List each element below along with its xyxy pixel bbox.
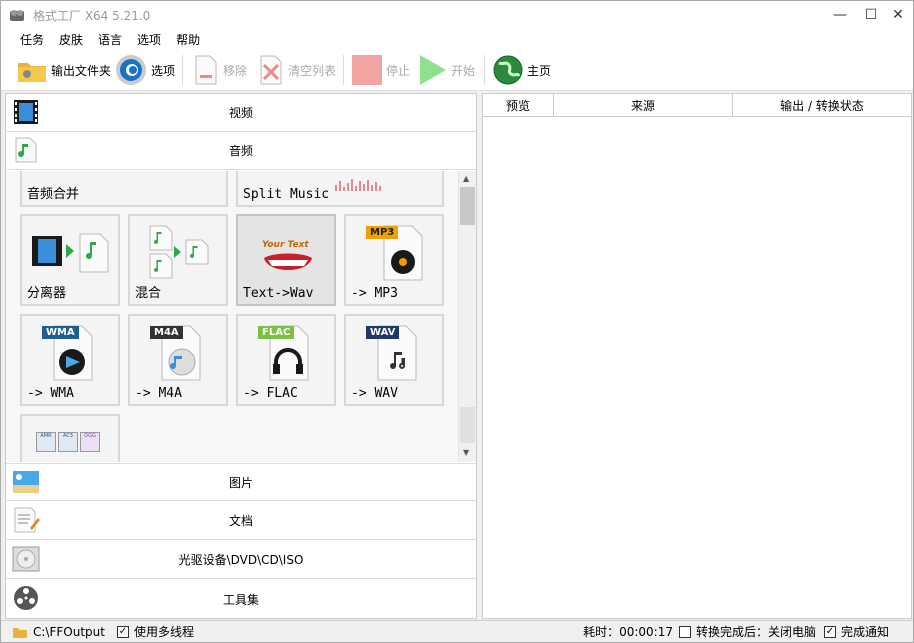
category-label: 音频 bbox=[228, 144, 253, 158]
video-to-audio-icon bbox=[32, 233, 109, 273]
scrollbar-thumb[interactable] bbox=[460, 187, 475, 225]
column-source[interactable]: 来源 bbox=[554, 94, 733, 117]
ac3-icon: AC3 bbox=[58, 432, 78, 452]
tile-to-flac[interactable]: FLAC -> FLAC bbox=[236, 314, 336, 406]
category-image[interactable]: 图片 bbox=[6, 463, 476, 501]
globe-icon bbox=[493, 55, 523, 85]
toolbar: 输出文件夹 选项 移除 清空列表 停止 开始 主页 bbox=[1, 49, 913, 91]
menu-task[interactable]: 任务 bbox=[20, 31, 44, 48]
play-icon bbox=[420, 55, 446, 85]
multithread-checkbox[interactable]: ✓ bbox=[116, 625, 129, 638]
tile-audio-joiner[interactable]: 音频合并 bbox=[20, 171, 228, 207]
document-edit-icon bbox=[14, 507, 40, 533]
notify-checkbox[interactable]: ✓ bbox=[823, 625, 836, 638]
task-list-header: 预览 来源 输出 / 转换状态 bbox=[483, 94, 911, 117]
picture-icon bbox=[13, 471, 39, 493]
film-icon bbox=[14, 100, 38, 124]
home-button[interactable]: 主页 bbox=[493, 53, 551, 87]
minimize-button[interactable]: — bbox=[825, 1, 855, 29]
category-optical[interactable]: 光驱设备\DVD\CD\ISO bbox=[6, 541, 476, 579]
mix-audio-icon bbox=[149, 225, 209, 279]
folder-icon bbox=[18, 63, 46, 82]
app-window: 格式工厂 X64 5.21.0 — ☐ ✕ 任务 皮肤 语言 选项 帮助 输出文… bbox=[0, 0, 914, 643]
output-path[interactable]: C:\FFOutput bbox=[33, 625, 105, 639]
category-label: 图片 bbox=[228, 475, 253, 490]
start-button[interactable]: 开始 bbox=[419, 53, 475, 87]
remove-doc-icon bbox=[195, 55, 217, 85]
column-preview[interactable]: 预览 bbox=[483, 94, 554, 117]
waveform-icon bbox=[335, 179, 381, 191]
format-factory-icon bbox=[10, 10, 24, 21]
remove-button[interactable]: 移除 bbox=[193, 53, 247, 87]
audio-grid-scrollbar[interactable]: ▲ ▼ bbox=[458, 171, 476, 462]
tile-more-formats[interactable]: AMR AC3 OGG bbox=[20, 414, 120, 462]
menu-skin[interactable]: 皮肤 bbox=[59, 31, 83, 48]
category-label: 文档 bbox=[228, 514, 253, 528]
audio-tools-grid: 音频合并 Split Music 分离器 混合 Your Text Text->… bbox=[6, 171, 458, 462]
tile-to-wav[interactable]: WAV -> WAV bbox=[344, 314, 444, 406]
format-icons-group: AMR AC3 OGG bbox=[36, 432, 100, 452]
category-video[interactable]: 视频 bbox=[6, 94, 476, 132]
shutdown-after-label: 转换完成后：关闭电脑 bbox=[695, 625, 816, 639]
options-button[interactable]: 选项 bbox=[115, 53, 175, 87]
tile-splitter[interactable]: 分离器 bbox=[20, 214, 120, 306]
wma-badge: WMA bbox=[42, 326, 79, 339]
tile-mix[interactable]: 混合 bbox=[128, 214, 228, 306]
toolbar-separator bbox=[182, 55, 183, 85]
folder-icon bbox=[13, 627, 27, 638]
tile-to-m4a[interactable]: M4A -> M4A bbox=[128, 314, 228, 406]
multithread-label: 使用多线程 bbox=[133, 625, 194, 639]
wav-badge: WAV bbox=[366, 326, 400, 339]
category-panel: 视频 音频 音频合并 Split Music 分离器 混合 Your Text … bbox=[5, 93, 477, 619]
output-folder-button[interactable]: 输出文件夹 bbox=[17, 53, 111, 87]
close-button[interactable]: ✕ bbox=[883, 1, 913, 29]
elapsed-time: 耗时：00:00:17 bbox=[583, 625, 673, 639]
gear-icon bbox=[116, 55, 146, 85]
status-bar: C:\FFOutput ✓ 使用多线程 耗时：00:00:17 转换完成后：关闭… bbox=[1, 620, 913, 642]
menu-bar: 任务 皮肤 语言 选项 帮助 bbox=[1, 29, 913, 49]
menu-language[interactable]: 语言 bbox=[98, 31, 122, 48]
music-note-icon bbox=[15, 137, 37, 163]
mouth-icon bbox=[264, 253, 312, 270]
scroll-down-arrow-icon[interactable]: ▼ bbox=[463, 448, 469, 457]
toolbar-separator bbox=[484, 55, 485, 85]
stop-icon bbox=[352, 55, 382, 85]
task-list[interactable]: 预览 来源 输出 / 转换状态 bbox=[482, 93, 912, 619]
scroll-up-arrow-icon[interactable]: ▲ bbox=[463, 174, 469, 183]
category-label: 光驱设备\DVD\CD\ISO bbox=[178, 553, 304, 567]
ogg-icon: OGG bbox=[80, 432, 100, 452]
flac-badge: FLAC bbox=[258, 326, 295, 339]
tile-to-mp3[interactable]: MP3 -> MP3 bbox=[344, 214, 444, 306]
category-label: 视频 bbox=[228, 106, 253, 120]
toolbar-separator bbox=[343, 55, 344, 85]
category-tools[interactable]: 工具集 bbox=[6, 580, 476, 618]
notify-label: 完成通知 bbox=[840, 625, 889, 639]
film-reel-icon bbox=[14, 586, 38, 610]
menu-help[interactable]: 帮助 bbox=[176, 31, 200, 48]
menu-options[interactable]: 选项 bbox=[137, 31, 161, 48]
window-title: 格式工厂 X64 5.21.0 bbox=[33, 8, 151, 23]
tile-to-wma[interactable]: WMA -> WMA bbox=[20, 314, 120, 406]
scrollbar-track-lower[interactable] bbox=[460, 407, 475, 443]
tile-split-music[interactable]: Split Music bbox=[236, 171, 444, 207]
shutdown-after-checkbox[interactable] bbox=[678, 625, 691, 638]
column-output-status[interactable]: 输出 / 转换状态 bbox=[733, 94, 911, 117]
category-audio[interactable]: 音频 bbox=[6, 132, 476, 170]
disc-drive-icon bbox=[12, 546, 40, 572]
amr-icon: AMR bbox=[36, 432, 56, 452]
tile-text-to-wav[interactable]: Your Text Text->Wav bbox=[236, 214, 336, 306]
stop-button[interactable]: 停止 bbox=[352, 53, 410, 87]
clear-list-icon bbox=[260, 55, 282, 85]
your-text-badge: Your Text bbox=[262, 240, 309, 250]
category-document[interactable]: 文档 bbox=[6, 502, 476, 540]
clear-list-button[interactable]: 清空列表 bbox=[258, 53, 336, 87]
maximize-button[interactable]: ☐ bbox=[856, 1, 886, 29]
mp3-badge: MP3 bbox=[366, 226, 399, 239]
m4a-badge: M4A bbox=[150, 326, 183, 339]
title-bar: 格式工厂 X64 5.21.0 — ☐ ✕ bbox=[1, 1, 913, 29]
category-label: 工具集 bbox=[222, 592, 259, 607]
